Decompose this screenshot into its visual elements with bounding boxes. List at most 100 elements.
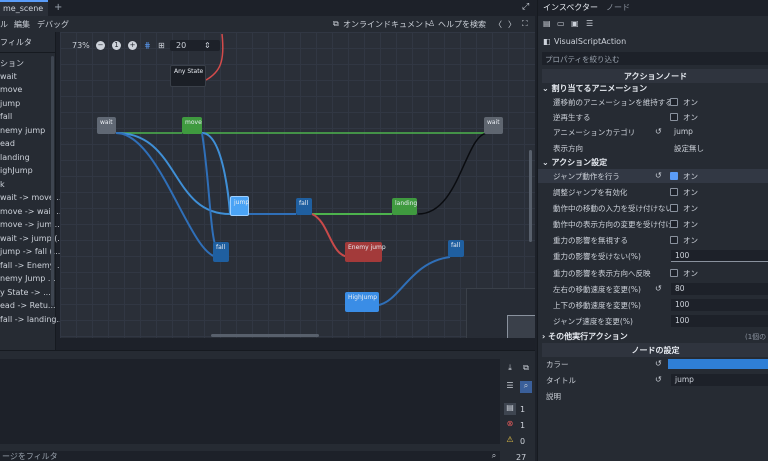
action-list-item[interactable]: k (0, 180, 5, 189)
graph-minimap[interactable] (466, 288, 535, 338)
node-landing[interactable]: landing (392, 198, 417, 215)
scene-tab[interactable]: me_scene (0, 0, 48, 16)
resource-menu-icon[interactable]: ☰ (586, 19, 593, 28)
node-high-jump[interactable]: HighJump (345, 292, 379, 312)
prop-checkbox[interactable] (670, 269, 678, 277)
action-list-item[interactable]: fall -> Enemy ... (0, 261, 65, 270)
prop-check-label: オン (683, 188, 698, 197)
warning-count: 0 (520, 437, 526, 446)
reset-icon[interactable]: ↺ (655, 171, 662, 180)
prop-number-field[interactable]: 80 (671, 283, 768, 295)
action-list-item[interactable]: wait -> move ... (0, 193, 64, 202)
prop-checkbox[interactable] (670, 172, 678, 180)
reset-icon[interactable]: ↺ (655, 127, 662, 136)
section-title: アクションノード (623, 72, 688, 81)
prop-number-field[interactable]: 100 (671, 299, 768, 311)
color-swatch[interactable] (668, 359, 768, 369)
graph-h-scrollbar[interactable] (211, 334, 319, 337)
prop-number-field[interactable]: 100 (671, 250, 768, 262)
help-search-link[interactable]: ヘルプを検索 (438, 19, 486, 30)
node-fall[interactable]: fall (296, 198, 312, 215)
group-action[interactable]: ⌄ アクション設定 (542, 157, 607, 168)
reset-icon[interactable]: ↺ (655, 284, 662, 293)
prop-anim-category: アニメーションカテゴリ ↺ jump (538, 125, 768, 139)
action-list-item[interactable]: move -> wait ... (0, 207, 64, 216)
prop-value[interactable]: 設定無し (674, 143, 704, 154)
group-other[interactable]: › その他実行アクション (542, 331, 628, 342)
warning-toggle-icon[interactable]: ⚠ (504, 435, 516, 447)
action-list-item[interactable]: fall (0, 112, 12, 121)
action-list-item[interactable]: ション (0, 58, 24, 69)
action-list-item[interactable]: nemy jump (0, 126, 45, 135)
menu-debug[interactable]: デバッグ (37, 19, 69, 30)
online-docs-icon[interactable]: ⧉ (333, 19, 339, 29)
edge-anystate (205, 33, 224, 81)
prop-text-field[interactable]: jump (671, 374, 768, 386)
action-list-item[interactable]: landing (0, 153, 30, 162)
action-list-item[interactable]: wait -> jump (... (0, 234, 65, 243)
filter-search-icon[interactable]: ⌕ (488, 451, 500, 461)
section-title: ノードの設定 (631, 346, 680, 355)
nav-forward-button[interactable]: 〉 (508, 19, 516, 30)
state-graph-canvas[interactable]: 73% − 1 + ⋕ ⊞ 20 ⇕ Any State wait move j… (60, 32, 535, 338)
node-fall-2[interactable]: fall (213, 242, 229, 262)
open-folder-icon[interactable]: ▭ (557, 19, 565, 28)
action-list-item[interactable]: wait (0, 72, 17, 81)
action-list-item[interactable]: nemy Jump ... (0, 274, 56, 283)
node-wait-2[interactable]: wait (484, 117, 503, 134)
graph-v-scrollbar[interactable] (529, 150, 532, 242)
help-icon[interactable]: ♙ (428, 19, 435, 28)
action-list-item[interactable]: fall -> landing... (0, 315, 64, 324)
online-docs-link[interactable]: オンラインドキュメント (343, 19, 431, 30)
node-wait[interactable]: wait (97, 117, 116, 134)
nav-back-button[interactable]: 〈 (494, 19, 502, 30)
prop-checkbox[interactable] (670, 236, 678, 244)
node-move[interactable]: move (182, 117, 202, 134)
prop-checkbox[interactable] (670, 220, 678, 228)
prop-checkbox[interactable] (670, 113, 678, 121)
inspector-tabs: インスペクター ノード (538, 0, 768, 16)
node-label: landing (395, 200, 418, 207)
log-toggle-icon[interactable]: ▤ (504, 403, 516, 415)
node-any-state[interactable]: Any State (170, 65, 206, 87)
copy-icon[interactable]: ⧉ (520, 363, 532, 375)
message-filter-input[interactable]: ージをフィルタ (0, 451, 500, 461)
new-resource-icon[interactable]: ▤ (543, 19, 551, 28)
error-toggle-icon[interactable]: ⊗ (504, 419, 516, 431)
node-jump[interactable]: jump (230, 196, 249, 216)
action-list-item[interactable]: move (0, 85, 22, 94)
search-icon[interactable]: ⌕ (520, 381, 532, 393)
prop-checkbox[interactable] (670, 204, 678, 212)
reset-icon[interactable]: ↺ (655, 359, 662, 368)
reset-icon[interactable]: ↺ (655, 375, 662, 384)
action-list-item[interactable]: ead -> Retu... (0, 301, 56, 310)
tab-node[interactable]: ノード (606, 2, 630, 13)
prop-checkbox[interactable] (670, 98, 678, 106)
section-action-node[interactable]: アクションノード (542, 69, 768, 83)
clear-icon[interactable]: ⤓ (504, 363, 516, 375)
list-scrollbar[interactable] (51, 56, 54, 306)
action-list-item[interactable]: ead (0, 139, 15, 148)
property-filter-input[interactable]: プロパティを絞り込む (542, 52, 768, 65)
tab-inspector[interactable]: インスペクター (543, 2, 598, 13)
action-list-item[interactable]: jump (0, 99, 20, 108)
node-enemy-jump[interactable]: Enemy jump (345, 242, 386, 262)
add-tab-button[interactable]: + (54, 2, 62, 13)
minimap-viewport[interactable] (507, 315, 535, 338)
action-list-item[interactable]: ighJump (0, 166, 33, 175)
expand-icon[interactable]: ⤢ (522, 2, 529, 12)
collapse-icon[interactable]: ☰ (504, 381, 516, 393)
node-label: Any State (174, 68, 204, 75)
section-node-settings[interactable]: ノードの設定 (542, 343, 768, 357)
prop-number-field[interactable]: 100 (671, 315, 768, 327)
action-list-item[interactable]: y State -> ... (0, 288, 51, 297)
menu-edit[interactable]: 編集 (14, 19, 30, 30)
save-icon[interactable]: ▣ (571, 19, 579, 28)
prop-value[interactable]: jump (674, 127, 693, 136)
prop-checkbox[interactable] (670, 188, 678, 196)
node-fall-3[interactable]: fall (448, 240, 464, 257)
menu-item[interactable]: ル (0, 19, 8, 30)
prop-check-label: オン (683, 236, 698, 245)
fullscreen-icon[interactable]: ⛶ (522, 19, 528, 29)
group-anim[interactable]: ⌄ 割り当てるアニメーション (542, 83, 647, 94)
